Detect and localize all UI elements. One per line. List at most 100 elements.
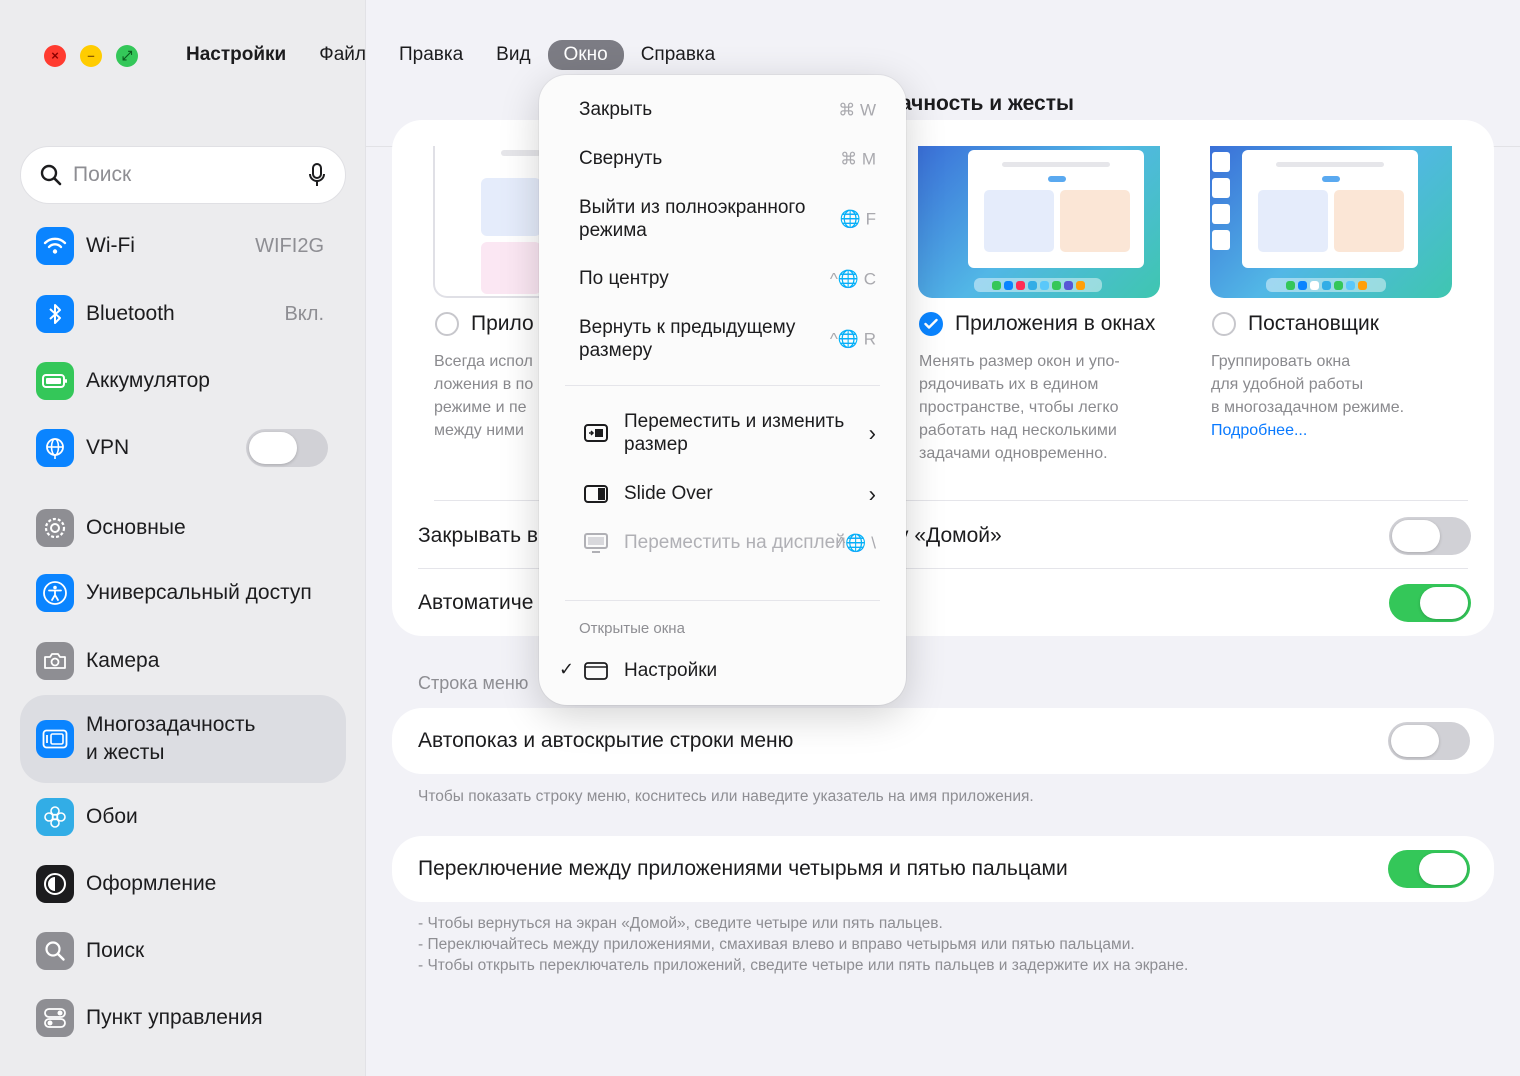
sidebar-item-search[interactable]: Поиск [20,923,346,979]
sidebar-item-label: Поиск [86,939,145,962]
accessibility-icon [36,574,74,612]
option-fullscreen-apps[interactable]: Прило [435,312,534,336]
menu-view[interactable]: Вид [480,40,546,70]
gestures-card: Переключение между приложениями четырьмя… [392,836,1494,902]
window-controls: × – ⤢ [44,45,138,67]
shortcut-label: ⌘ M [840,149,876,168]
wallpaper-flower-icon [36,798,74,836]
search-field[interactable]: Поиск [20,146,346,204]
gesture-hint-2: - Переключайтесь между приложениями, сма… [418,936,1135,953]
menu-separator [565,600,880,601]
sidebar-item-label: Wi‑Fi [86,234,135,257]
radio-selected-checkmark-icon[interactable] [919,312,943,336]
menu-window[interactable]: Окно [547,40,624,70]
desc-line: Всегда испол [434,353,533,370]
menu-item-slide-over[interactable]: Slide Over › [584,482,876,505]
option-description: Менять размер окон и упо- рядочивать их … [919,350,1120,465]
home-close-toggle[interactable] [1389,517,1471,555]
sidebar-item-multitasking[interactable]: Многозадачность и жесты [20,695,346,783]
menu-help[interactable]: Справка [625,40,732,70]
sidebar-item-general[interactable]: Основные [20,500,346,556]
option-title: Постановщик [1248,312,1379,335]
sidebar-item-label-line1: Многозадачность [86,713,256,736]
radio-unselected[interactable] [1212,312,1236,336]
windowed-apps-preview[interactable] [918,146,1160,298]
sidebar-item-label: Аккумулятор [86,369,210,392]
option-stage-manager[interactable]: Постановщик [1212,312,1379,336]
auto-hide-menu-toggle[interactable] [1388,722,1470,760]
menu-app-settings[interactable]: Настройки [186,40,302,70]
bluetooth-status-value: Вкл. [284,302,324,325]
window-icon [584,661,608,680]
menu-file[interactable]: Файл [303,40,382,70]
home-close-row-label: Закрывать в [418,524,539,547]
desc-line: Менять размер окон и упо- [919,353,1120,370]
move-resize-icon [584,424,608,442]
sidebar-item-bluetooth[interactable]: Bluetooth Вкл. [20,286,346,342]
minimize-window-icon[interactable]: – [80,45,102,67]
option-description: Группировать окна для удобной работы в м… [1211,350,1404,442]
auto-row-label: Автоматиче [418,591,534,614]
menu-item-label: Свернуть [579,148,663,169]
desc-line: между ними [434,422,524,439]
menu-item-label: Настройки [624,660,718,681]
appearance-icon [36,865,74,903]
sidebar-item-wifi[interactable]: Wi‑Fi WIFI2G [20,218,346,274]
microphone-icon[interactable] [307,162,327,188]
menu-separator [565,385,880,386]
radio-unselected[interactable] [435,312,459,336]
sidebar-item-label: Многозадачность и жесты [86,711,346,767]
gesture-hint-1: - Чтобы вернуться на экран «Домой», свед… [418,915,943,932]
sidebar-item-wallpaper[interactable]: Обои [20,789,346,845]
desc-line: в многозадачном режиме. [1211,399,1405,416]
desc-line: Группировать окна [1211,353,1351,370]
menu-item-close[interactable]: Закрыть ⌘ W [579,98,876,121]
gear-icon [36,509,74,547]
window-menu-dropdown: Закрыть ⌘ W Свернуть ⌘ M Выйти из полноэ… [539,75,906,705]
close-window-icon[interactable]: × [44,45,66,67]
menu-item-restore-size[interactable]: Вернуть к предыдущему размеру ^🌐 R [579,316,876,362]
multitasking-icon [36,720,74,758]
menu-item-move-resize[interactable]: Переместить и изменить размер › [584,410,876,456]
auto-toggle[interactable] [1389,584,1471,622]
bluetooth-icon [36,295,74,333]
sidebar-item-battery[interactable]: Аккумулятор [20,353,346,409]
four-five-finger-toggle[interactable] [1388,850,1470,888]
sidebar-item-camera[interactable]: Камера [20,633,346,689]
chevron-right-icon: › [868,481,876,506]
option-title: Приложения в окнах [955,312,1156,335]
maximize-window-icon[interactable]: ⤢ [116,45,138,67]
sidebar-item-control-center[interactable]: Пункт управления [20,990,346,1046]
page-title: ачность и жесты [900,92,1074,115]
sidebar-item-label: Оформление [86,872,217,895]
menu-item-label: Выйти из полноэкранного режима [579,197,806,241]
control-center-icon [36,999,74,1037]
menu-item-minimize[interactable]: Свернуть ⌘ M [579,147,876,170]
menu-edit[interactable]: Правка [383,40,479,70]
desc-line: режиме и пе [434,399,527,416]
vpn-toggle[interactable] [246,429,328,467]
menu-bar: Настройки Файл Правка Вид Окно Справка [186,40,732,70]
search-icon [40,164,62,186]
menu-item-exit-fullscreen[interactable]: Выйти из полноэкранного режима 🌐 F [579,196,876,242]
option-windowed-apps[interactable]: Приложения в окнах [919,312,1155,336]
menu-item-label: По центру [579,268,669,289]
section-label-menu-bar: Строка меню [418,673,529,693]
sidebar-item-label: Универсальный доступ [86,581,312,604]
menu-item-center[interactable]: По центру ^🌐 C [579,267,876,290]
battery-icon [36,362,74,400]
sidebar-item-label: Камера [86,649,160,672]
sidebar-item-vpn[interactable]: VPN [20,420,346,476]
menu-item-label: Переместить и изменить размер [624,411,845,455]
desc-line: работать над несколькими [919,422,1117,439]
sidebar-item-appearance[interactable]: Оформление [20,856,346,912]
menu-item-window-settings[interactable]: Настройки [584,659,876,682]
shortcut-label: 🌐 F [839,209,876,229]
desc-line: пространстве, чтобы легко [919,399,1119,416]
sidebar-item-accessibility[interactable]: Универсальный доступ [20,565,346,621]
wifi-icon [36,227,74,265]
stage-manager-preview[interactable] [1210,146,1452,298]
learn-more-link[interactable]: Подробнее... [1211,419,1404,442]
home-close-row-label-end: у «Домой» [898,524,1002,547]
sidebar-item-label: Обои [86,805,138,828]
